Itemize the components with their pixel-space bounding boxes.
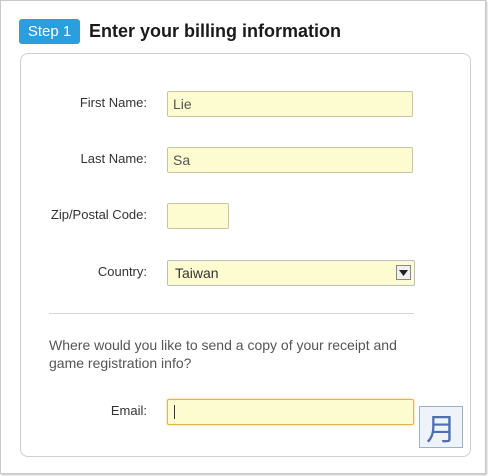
country-value: Taiwan — [175, 265, 219, 281]
email-label: Email: — [110, 403, 147, 418]
last-name-label: Last Name: — [80, 151, 147, 166]
last-name-input[interactable]: Sa — [167, 147, 413, 173]
step-badge: Step 1 — [19, 19, 80, 44]
email-input[interactable] — [167, 399, 414, 425]
ime-indicator-icon[interactable]: 月 — [419, 406, 463, 448]
country-label: Country: — [97, 264, 147, 279]
email-question: Where would you like to send a copy of y… — [49, 337, 397, 371]
billing-window: Step 1 Enter your billing information Fi… — [0, 0, 486, 474]
page-title: Enter your billing information — [89, 21, 341, 41]
country-select[interactable]: Taiwan — [167, 260, 415, 286]
first-name-label: First Name: — [79, 95, 147, 110]
chevron-down-icon[interactable] — [396, 265, 411, 280]
last-name-value: Sa — [173, 152, 191, 168]
zip-input[interactable] — [167, 203, 229, 229]
first-name-input[interactable]: Lie — [167, 91, 413, 117]
step-label: Step 1 — [27, 23, 72, 40]
text-cursor — [174, 405, 175, 419]
zip-label: Zip/Postal Code: — [50, 207, 147, 222]
section-divider — [49, 313, 414, 314]
ime-glyph: 月 — [426, 413, 456, 448]
first-name-value: Lie — [173, 96, 192, 112]
